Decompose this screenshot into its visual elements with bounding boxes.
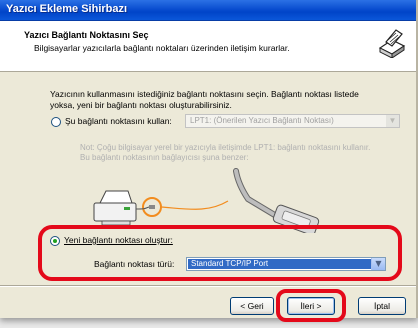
header-subtitle: Bilgisayarlar yazıcılarla bağlantı nokta… xyxy=(34,43,290,53)
use-existing-port-label[interactable]: Şu bağlantı noktasını kullan: xyxy=(65,116,172,126)
chevron-down-icon[interactable]: ▼ xyxy=(371,258,385,270)
window-title: Yazıcı Ekleme Sihirbazı xyxy=(6,3,128,15)
wizard-header: Yazıcı Bağlantı Noktasını Seç Bilgisayar… xyxy=(0,21,416,72)
back-button[interactable]: < Geri xyxy=(230,297,274,315)
chevron-down-icon[interactable]: ▼ xyxy=(386,115,399,127)
port-connector-illustration xyxy=(93,168,320,233)
button-divider xyxy=(0,285,416,287)
port-type-label: Bağlantı noktası türü: xyxy=(94,259,175,269)
parallel-connector-icon xyxy=(233,168,320,233)
printer-icon xyxy=(93,190,137,226)
lpt-note-line-2: Bu bağlantı noktasının bağlayıcısı şuna … xyxy=(80,153,249,162)
lpt-note: Not: Çoğu bilgisayar yerel bir yazıcıyla… xyxy=(80,143,370,163)
use-existing-port-radio[interactable] xyxy=(51,117,61,127)
title-bar[interactable]: Yazıcı Ekleme Sihirbazı xyxy=(0,0,416,21)
printer-wizard-window: Yazıcı Ekleme Sihirbazı Yazıcı Bağlantı … xyxy=(0,0,418,322)
header-title: Yazıcı Bağlantı Noktasını Seç xyxy=(24,30,149,40)
next-button[interactable]: İleri > xyxy=(287,297,335,315)
existing-port-value: LPT1: (Önerilen Yazıcı Bağlantı Noktası) xyxy=(190,116,334,125)
description-line-1: Yazıcının kullanmasını istediğiniz bağla… xyxy=(50,89,359,99)
description: Yazıcının kullanmasını istediğiniz bağla… xyxy=(50,89,395,111)
new-port-highlight xyxy=(38,225,402,281)
existing-port-select[interactable]: LPT1: (Önerilen Yazıcı Bağlantı Noktası)… xyxy=(185,114,400,128)
cancel-button[interactable]: İptal xyxy=(358,297,406,315)
port-type-value: Standard TCP/IP Port xyxy=(188,259,371,269)
lpt-note-line-1: Not: Çoğu bilgisayar yerel bir yazıcıyla… xyxy=(80,143,371,152)
description-line-2: yoksa, yeni bir bağlantı noktası oluştur… xyxy=(50,100,232,110)
create-new-port-label[interactable]: Yeni bağlantı noktası oluştur: xyxy=(64,235,173,245)
create-new-port-radio[interactable] xyxy=(50,236,60,246)
port-type-select[interactable]: Standard TCP/IP Port ▼ xyxy=(186,257,386,271)
printer-wizard-icon xyxy=(378,29,406,58)
